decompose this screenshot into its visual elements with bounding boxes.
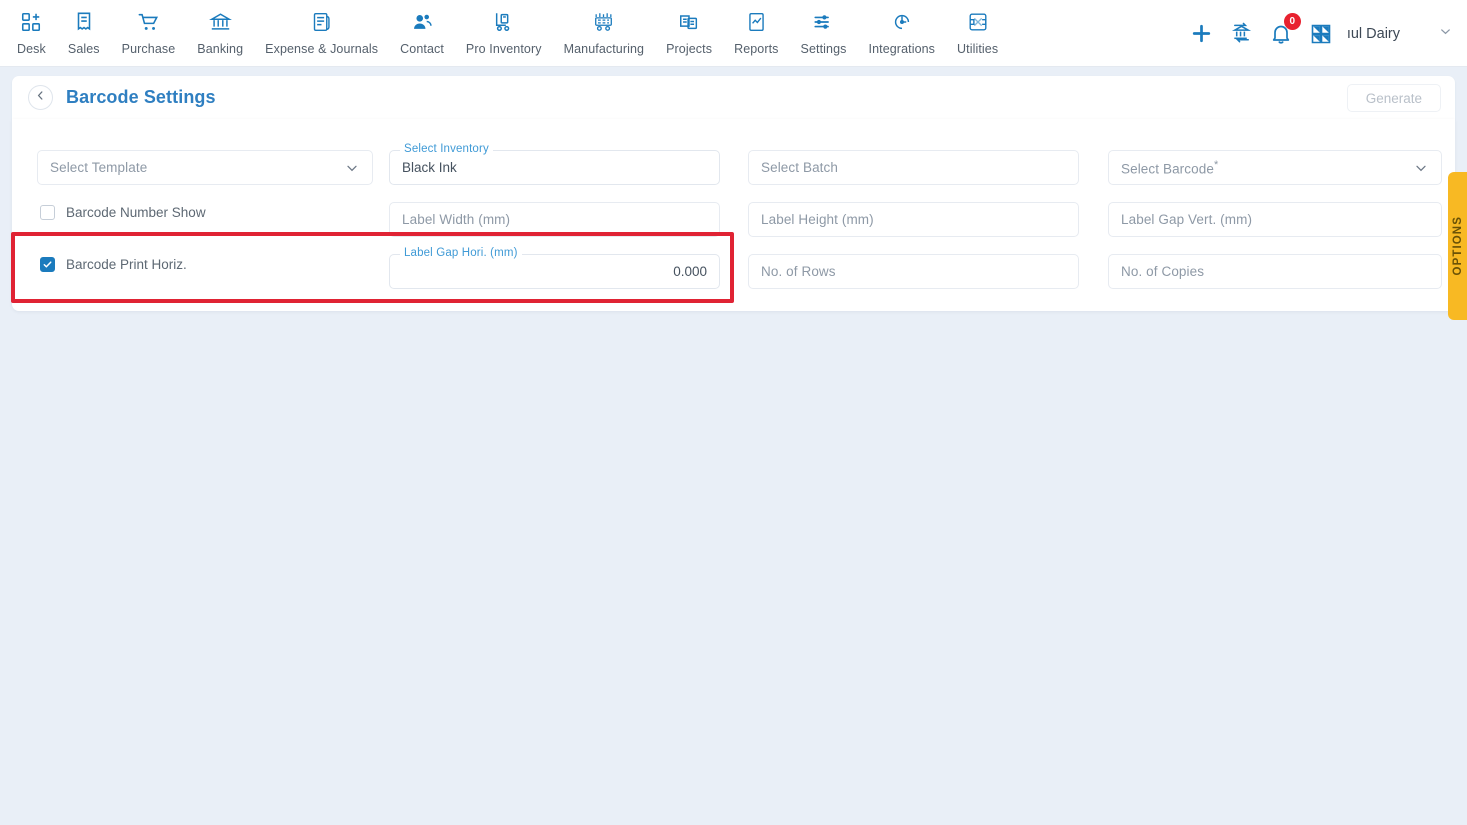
app-grid-icon[interactable]	[1309, 22, 1333, 46]
ledger-book-icon	[311, 9, 332, 35]
page-header-bar: Barcode Settings Generate	[12, 76, 1455, 119]
nav-item-contact[interactable]: Contact	[389, 9, 455, 56]
nav-item-reports[interactable]: Reports	[723, 9, 789, 56]
hand-truck-icon	[493, 9, 515, 35]
nav-item-expense-journals[interactable]: Expense & Journals	[254, 9, 389, 56]
generate-button[interactable]: Generate	[1346, 84, 1441, 112]
chevron-down-icon	[344, 160, 360, 176]
nav-item-utilities[interactable]: Utilities	[946, 9, 1009, 56]
select-inventory-field[interactable]: Select Inventory Black Ink	[389, 143, 720, 185]
label-height-field[interactable]: Label Height (mm)	[748, 202, 1079, 237]
nav-item-label: Banking	[197, 42, 244, 56]
shopping-cart-icon	[137, 9, 160, 35]
select-barcode-placeholder: Select Barcode*	[1121, 158, 1219, 177]
no-of-rows-placeholder: No. of Rows	[761, 264, 836, 279]
nav-item-desk[interactable]: Desk	[6, 9, 57, 56]
nav-item-banking[interactable]: Banking	[186, 9, 254, 56]
sliders-icon	[812, 9, 835, 35]
select-inventory-value: Black Ink	[402, 160, 457, 175]
nav-item-settings[interactable]: Settings	[790, 9, 858, 56]
barcode-print-horiz-checkbox[interactable]	[40, 257, 55, 272]
chevron-down-icon	[1413, 160, 1429, 176]
user-account-name[interactable]: ıul Dairy	[1347, 26, 1400, 42]
select-template-dropdown[interactable]: Select Template	[37, 150, 373, 185]
label-width-placeholder: Label Width (mm)	[402, 212, 511, 227]
chart-document-icon	[746, 9, 767, 35]
chevron-left-icon	[34, 89, 47, 107]
nav-item-projects[interactable]: Projects	[655, 9, 723, 56]
label-gap-vert-placeholder: Label Gap Vert. (mm)	[1121, 212, 1253, 227]
nav-item-manufacturing[interactable]: Manufacturing	[553, 9, 656, 56]
bell-icon[interactable]: 0	[1269, 12, 1301, 46]
nav-item-purchase[interactable]: Purchase	[111, 9, 187, 56]
factory-machine-icon	[592, 9, 615, 35]
nav-item-sales[interactable]: Sales	[57, 9, 111, 56]
people-icon	[411, 9, 434, 35]
no-of-copies-placeholder: No. of Copies	[1121, 264, 1205, 279]
barcode-number-show-checkbox-row[interactable]: Barcode Number Show	[40, 205, 206, 220]
nav-item-label: Projects	[666, 42, 713, 56]
clipboard-tasks-icon	[678, 9, 700, 35]
back-button[interactable]	[28, 85, 53, 110]
label-gap-hori-value: 0.000	[673, 264, 707, 279]
select-batch-field[interactable]: Select Batch	[748, 150, 1079, 185]
nav-item-list: Desk Sales Purchase Banking Expense & Jo…	[0, 0, 1009, 56]
barcode-settings-form-card: Select Template Select Inventory Black I…	[12, 119, 1455, 311]
options-side-tab[interactable]: OPTIONS	[1448, 172, 1467, 320]
required-asterisk: *	[1213, 158, 1219, 171]
nav-item-label: Pro Inventory	[465, 42, 542, 56]
nav-item-label: Settings	[800, 42, 847, 56]
nav-item-label: Reports	[734, 42, 779, 56]
bank-transfer-icon[interactable]	[1230, 22, 1253, 45]
select-inventory-label: Select Inventory	[400, 143, 493, 155]
nav-item-label: Desk	[17, 42, 46, 56]
nav-item-label: Purchase	[121, 42, 176, 56]
nav-item-integrations[interactable]: Integrations	[858, 9, 947, 56]
tools-puzzle-icon	[967, 9, 989, 35]
select-template-placeholder: Select Template	[50, 160, 148, 175]
nav-item-label: Sales	[67, 42, 100, 56]
nav-item-label: Expense & Journals	[265, 42, 379, 56]
receipt-icon	[73, 9, 95, 35]
plus-icon[interactable]	[1189, 21, 1214, 46]
label-height-placeholder: Label Height (mm)	[761, 212, 874, 227]
nav-item-label: Utilities	[957, 42, 999, 56]
label-gap-hori-field[interactable]: Label Gap Hori. (mm) 0.000	[389, 247, 720, 289]
nav-item-label: Contact	[400, 42, 444, 56]
barcode-number-show-checkbox[interactable]	[40, 205, 55, 220]
page-title: Barcode Settings	[66, 87, 216, 107]
label-gap-hori-label: Label Gap Hori. (mm)	[400, 247, 522, 259]
notification-badge: 0	[1283, 12, 1301, 30]
barcode-number-show-label: Barcode Number Show	[66, 205, 206, 220]
nav-item-label: Integrations	[868, 42, 936, 56]
options-side-tab-label: OPTIONS	[1451, 216, 1464, 276]
barcode-print-horiz-label: Barcode Print Horiz.	[66, 257, 187, 272]
select-barcode-dropdown[interactable]: Select Barcode*	[1108, 150, 1442, 185]
top-navigation-bar: Desk Sales Purchase Banking Expense & Jo…	[0, 0, 1467, 67]
no-of-rows-field[interactable]: No. of Rows	[748, 254, 1079, 289]
bank-icon	[208, 9, 232, 35]
nav-item-pro-inventory[interactable]: Pro Inventory	[455, 9, 553, 56]
nav-item-label: Manufacturing	[563, 42, 645, 56]
nav-right-actions: 0 ıul Dairy	[1189, 0, 1453, 67]
barcode-print-horiz-checkbox-row[interactable]: Barcode Print Horiz.	[40, 257, 187, 272]
chevron-down-icon[interactable]	[1438, 24, 1453, 44]
label-gap-vert-field[interactable]: Label Gap Vert. (mm)	[1108, 202, 1442, 237]
select-batch-placeholder: Select Batch	[761, 160, 838, 175]
dashboard-grid-plus-icon	[20, 9, 42, 35]
form-grid: Select Template Select Inventory Black I…	[12, 119, 1455, 311]
plug-power-icon	[891, 9, 913, 35]
label-width-field[interactable]: Label Width (mm)	[389, 202, 720, 237]
no-of-copies-field[interactable]: No. of Copies	[1108, 254, 1442, 289]
